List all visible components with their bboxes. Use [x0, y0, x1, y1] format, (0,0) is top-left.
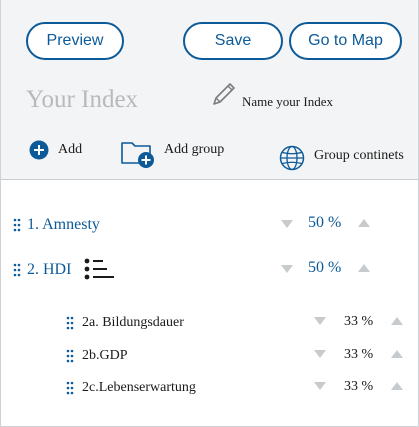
- arrow-up-icon[interactable]: [357, 263, 371, 273]
- weight-percent: 50 %: [308, 214, 342, 231]
- add-group-button[interactable]: Add group: [120, 139, 224, 169]
- list-item: 1. Amnesty 50 %: [0, 212, 419, 238]
- drag-handle-icon[interactable]: [66, 381, 74, 395]
- group-continents-button[interactable]: Group continets: [279, 145, 404, 171]
- plus-circle-icon: [29, 140, 49, 160]
- drag-handle-icon[interactable]: [66, 316, 74, 330]
- drag-handle-icon[interactable]: [66, 349, 74, 363]
- weight-percent: 33 %: [344, 347, 374, 362]
- drag-handle-icon[interactable]: [13, 218, 21, 232]
- item-label: 2c.Lebenserwartung: [82, 380, 196, 395]
- list-item: 2a. Bildungsdauer 33 %: [0, 312, 419, 338]
- arrow-down-icon[interactable]: [280, 264, 294, 274]
- arrow-up-icon[interactable]: [357, 218, 371, 228]
- preview-button[interactable]: Preview: [26, 22, 124, 60]
- folder-plus-icon: [121, 142, 154, 168]
- arrow-down-icon[interactable]: [313, 316, 327, 326]
- save-button[interactable]: Save: [183, 22, 283, 60]
- add-group-label: Add group: [164, 142, 225, 157]
- add-label: Add: [58, 142, 83, 157]
- item-label: 2. HDI: [27, 261, 72, 278]
- arrow-down-icon[interactable]: [313, 381, 327, 391]
- drag-handle-icon[interactable]: [13, 263, 21, 277]
- weight-percent: 50 %: [308, 259, 342, 276]
- globe-icon: [279, 145, 305, 171]
- arrow-down-icon[interactable]: [280, 219, 294, 229]
- group-continents-label: Group continets: [314, 148, 404, 163]
- weight-percent: 33 %: [344, 314, 374, 329]
- arrow-up-icon[interactable]: [390, 349, 404, 359]
- weight-percent: 33 %: [344, 379, 374, 394]
- list-item: 2. HDI 50 %: [0, 257, 419, 283]
- add-button[interactable]: Add: [29, 140, 82, 160]
- list-icon[interactable]: [84, 257, 116, 281]
- list-item: 2c.Lebenserwartung 33 %: [0, 377, 419, 403]
- list-item: 2b.GDP 33 %: [0, 345, 419, 371]
- index-name-input[interactable]: Your Index: [26, 84, 186, 116]
- item-label: 2a. Bildungsdauer: [82, 315, 184, 330]
- arrow-down-icon[interactable]: [313, 349, 327, 359]
- item-label: 1. Amnesty: [27, 216, 100, 233]
- name-index-label: Name your Index: [242, 94, 333, 109]
- go-to-map-button[interactable]: Go to Map: [289, 22, 402, 60]
- arrow-up-icon[interactable]: [390, 316, 404, 326]
- pencil-icon[interactable]: [208, 80, 238, 110]
- arrow-up-icon[interactable]: [390, 381, 404, 391]
- item-label: 2b.GDP: [82, 348, 128, 363]
